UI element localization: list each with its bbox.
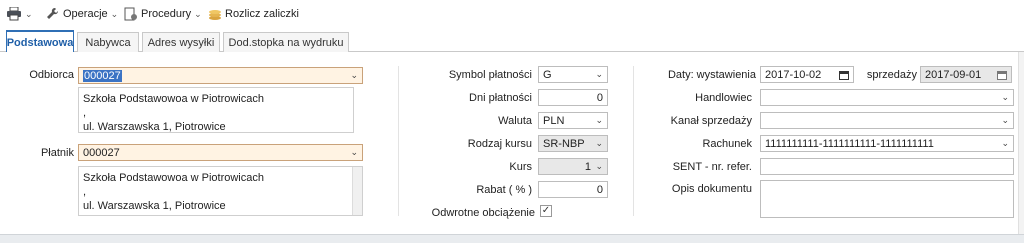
divider — [398, 66, 399, 216]
rodzaj-kursu-select[interactable]: SR-NBP ⌄ — [538, 135, 608, 152]
calendar-icon[interactable] — [839, 70, 849, 80]
sent-label: SENT - nr. refer. — [672, 161, 752, 173]
kanal-sprzedazy-select[interactable]: ⌄ — [760, 112, 1014, 129]
toolbar: ⌄ Operacje ⌄ Procedury ⌄ Rozlicz zaliczk… — [0, 0, 1024, 28]
data-sprzedazy-input[interactable]: 2017-09-01 — [920, 66, 1012, 83]
odbiorca-value: 000027 — [83, 69, 122, 82]
odwrotne-obciazenie-label: Odwrotne obciążenie — [431, 207, 535, 219]
odbiorca-label: Odbiorca — [29, 69, 74, 81]
chevron-down-icon: ⌄ — [595, 69, 603, 79]
tab-label: Dod.stopka na wydruku — [228, 36, 344, 49]
waluta-value: PLN — [543, 114, 565, 127]
wrench-icon — [47, 7, 59, 19]
daty-wystawienia-label: Daty: wystawienia — [667, 69, 756, 81]
rabat-label: Rabat ( % ) — [476, 184, 532, 196]
tab-label: Adres wysyłki — [147, 36, 215, 49]
platnik-label: Płatnik — [40, 147, 74, 159]
chevron-down-icon: ⌄ — [1001, 115, 1009, 125]
chevron-down-icon: ⌄ — [595, 115, 603, 125]
print-button[interactable]: ⌄ — [6, 5, 33, 23]
divider — [633, 66, 634, 216]
opis-dokumentu-label: Opis dokumentu — [671, 183, 752, 195]
kurs-value: 1 — [584, 160, 591, 173]
tab-label: Nabywca — [85, 36, 131, 49]
platnik-select[interactable]: 000027 ⌄ — [78, 144, 363, 161]
operacje-menu[interactable]: Operacje ⌄ — [46, 5, 118, 23]
symbol-platnosci-label: Symbol płatności — [448, 69, 532, 81]
dni-platnosci-label: Dni płatności — [469, 92, 532, 104]
scrollbar[interactable] — [352, 167, 362, 215]
address-line: Szkoła Podstawowoa w Piotrowicach — [83, 93, 264, 105]
address-line: ul. Warszawska 1, Piotrowice — [83, 121, 226, 133]
tab-label: Podstawowa — [6, 36, 74, 49]
bottom-bar — [0, 234, 1024, 243]
rabat-value: 0 — [596, 183, 603, 196]
chevron-down-icon: ⌄ — [595, 138, 603, 148]
procedury-menu[interactable]: Procedury ⌄ — [124, 5, 202, 23]
handlowiec-select[interactable]: ⌄ — [760, 89, 1014, 106]
data-wystawienia-value: 2017-10-02 — [765, 68, 822, 81]
chevron-down-icon: ⌄ — [25, 8, 33, 19]
operacje-label: Operacje — [63, 8, 108, 20]
rozlicz-zaliczki-button[interactable]: Rozlicz zaliczki — [208, 5, 299, 23]
odbiorca-select[interactable]: 000027 ⌄ — [78, 67, 363, 84]
dni-platnosci-value: 0 — [596, 91, 603, 104]
waluta-select[interactable]: PLN ⌄ — [538, 112, 608, 129]
document-gear-icon — [124, 7, 137, 21]
chevron-down-icon: ⌄ — [350, 147, 358, 157]
chevron-down-icon: ⌄ — [194, 8, 202, 19]
dni-platnosci-input[interactable]: 0 — [538, 89, 608, 106]
odwrotne-obciazenie-checkbox[interactable]: ✓ — [540, 205, 552, 217]
chevron-down-icon: ⌄ — [1001, 92, 1009, 102]
scrollbar[interactable] — [1018, 52, 1024, 234]
symbol-platnosci-select[interactable]: G ⌄ — [538, 66, 608, 83]
rachunek-select[interactable]: 1111111111-1111111111-1111111111 ⌄ — [760, 135, 1014, 152]
sent-input[interactable] — [760, 158, 1014, 175]
address-line: Szkoła Podstawowoa w Piotrowicach — [83, 172, 264, 184]
kurs-input[interactable]: 1 ⌄ — [538, 158, 608, 175]
coins-icon — [209, 10, 221, 20]
tab-podstawowa[interactable]: Podstawowa — [6, 30, 74, 53]
platnik-address: Szkoła Podstawowoa w Piotrowicach , ul. … — [78, 166, 363, 216]
kurs-label: Kurs — [509, 161, 532, 173]
tab-nabywca[interactable]: Nabywca — [77, 32, 139, 52]
opis-dokumentu-textarea[interactable] — [760, 180, 1014, 218]
chevron-down-icon: ⌄ — [1001, 138, 1009, 148]
form-panel: Odbiorca 000027 ⌄ Szkoła Podstawowoa w P… — [0, 52, 1024, 234]
address-line: ul. Warszawska 1, Piotrowice — [83, 200, 226, 212]
chevron-down-icon: ⌄ — [110, 8, 119, 19]
chevron-down-icon: ⌄ — [595, 161, 603, 171]
symbol-platnosci-value: G — [543, 68, 552, 81]
address-line: , — [83, 107, 87, 119]
rachunek-value: 1111111111-1111111111-1111111111 — [765, 137, 934, 150]
chevron-down-icon: ⌄ — [350, 70, 358, 80]
procedury-label: Procedury — [141, 8, 192, 20]
data-wystawienia-input[interactable]: 2017-10-02 — [760, 66, 854, 83]
kanal-sprzedazy-label: Kanał sprzedaży — [670, 115, 752, 127]
address-line: , — [83, 186, 87, 198]
handlowiec-label: Handlowiec — [695, 92, 752, 104]
rodzaj-kursu-value: SR-NBP — [543, 137, 585, 150]
rabat-input[interactable]: 0 — [538, 181, 608, 198]
calendar-icon[interactable] — [997, 70, 1007, 80]
platnik-value: 000027 — [83, 146, 120, 159]
rachunek-label: Rachunek — [702, 138, 752, 150]
printer-icon — [7, 7, 21, 21]
sprzedazy-label: sprzedaży — [866, 69, 917, 81]
tab-dod-stopka[interactable]: Dod.stopka na wydruku — [223, 32, 349, 52]
waluta-label: Waluta — [498, 115, 532, 127]
tab-bar: Podstawowa Nabywca Adres wysyłki Dod.sto… — [0, 30, 1024, 53]
data-sprzedazy-value: 2017-09-01 — [925, 68, 982, 81]
rodzaj-kursu-label: Rodzaj kursu — [467, 138, 532, 150]
odbiorca-address: Szkoła Podstawowoa w Piotrowicach , ul. … — [78, 87, 354, 133]
rozlicz-label: Rozlicz zaliczki — [225, 8, 299, 20]
tab-adres-wysylki[interactable]: Adres wysyłki — [142, 32, 220, 52]
